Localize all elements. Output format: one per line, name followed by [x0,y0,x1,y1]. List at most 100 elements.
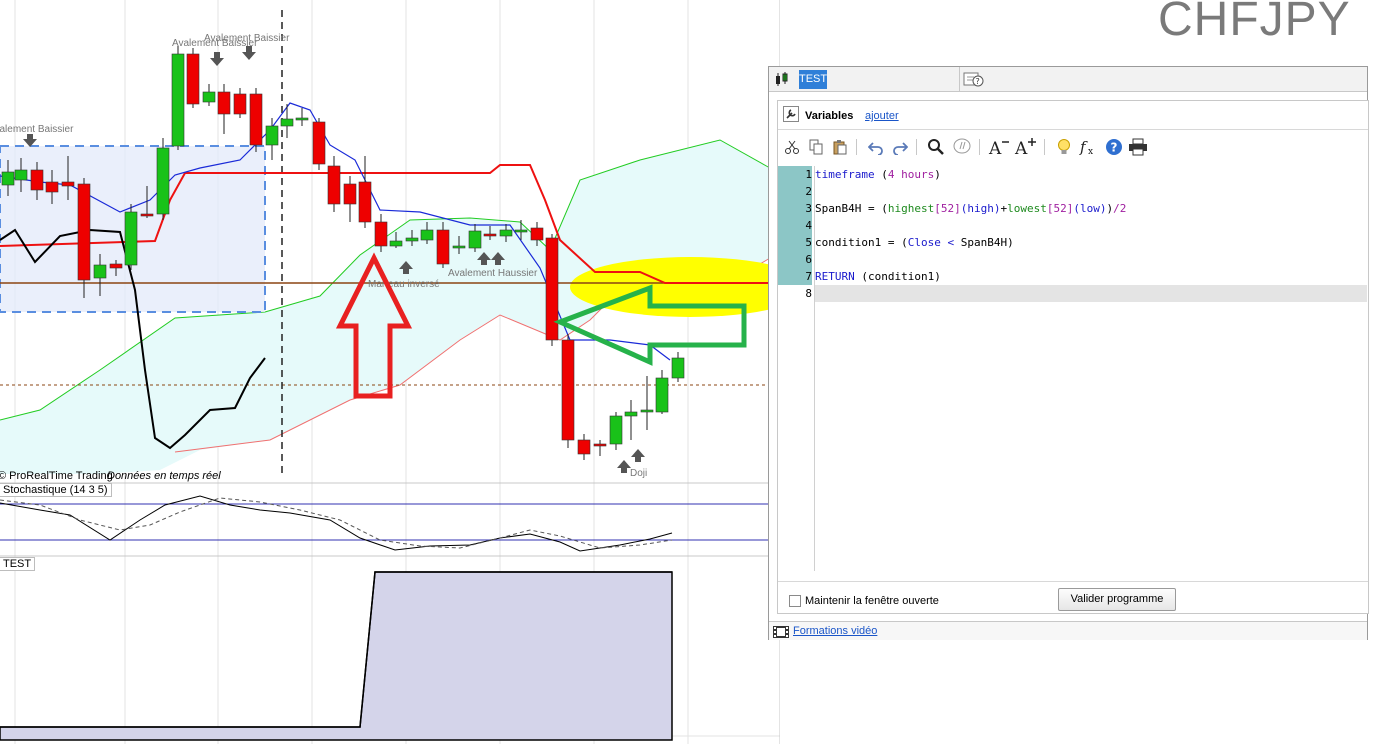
line-number: 7 [778,268,812,285]
toolbar-separator [916,139,917,155]
bull-candle [624,411,638,417]
bear-candle [436,229,450,265]
undo-icon[interactable] [866,137,886,157]
stochastic-panel-label: Stochastique (14 3 5) [0,483,112,497]
editor-toolbar: A A fx ? [778,133,1368,161]
test-panel-label: TEST [0,557,36,571]
bull-candle [468,230,482,249]
code-token: 4 hours [887,168,935,181]
video-training-link[interactable]: Formations vidéo [793,625,877,637]
bull-candle [280,118,294,127]
bear-candle [483,233,497,237]
code-token: (low) [1073,202,1107,215]
bull-candle [156,147,170,215]
bear-candle [186,53,200,105]
bear-candle [545,237,559,341]
bear-candle [45,181,59,193]
copy-icon[interactable] [806,137,826,157]
bull-candle [124,211,138,266]
toolbar-separator [1044,139,1045,155]
bull-candle [14,169,28,181]
bull-candle [265,125,279,146]
test-label-text: TEST [3,558,32,570]
comment-icon[interactable] [952,137,972,157]
paste-icon[interactable] [830,137,850,157]
code-line[interactable] [815,183,1367,200]
code-token: condition1 = ( [815,236,908,249]
code-token: [52] [934,202,961,215]
bull-candle [405,237,419,242]
code-line[interactable] [815,217,1367,234]
add-variable-link[interactable]: ajouter [865,110,899,122]
code-line[interactable] [815,251,1367,268]
bull-candle [609,415,623,445]
candles-icon[interactable] [773,71,791,92]
lightbulb-icon[interactable] [1054,137,1074,157]
svg-text:?: ? [1111,141,1118,155]
font-increase-icon[interactable]: A [1014,137,1038,157]
print-icon[interactable] [1128,137,1148,157]
bear-candle [343,183,357,205]
bear-candle [374,221,388,247]
validate-program-button[interactable]: Valider programme [1058,588,1176,611]
realtime-text: Données en temps réel [107,470,221,482]
code-token: [52] [1046,202,1074,215]
pattern-label: Marteau inversé [368,279,440,290]
stochastic-label-text: Stochastique (14 3 5) [3,484,108,496]
svg-text:f: f [1079,138,1088,156]
film-icon [773,625,789,643]
font-decrease-icon[interactable]: A [988,137,1012,157]
code-line[interactable]: condition1 = (Close < SpanB4H) [815,234,1367,251]
pattern-label: Doji [630,468,647,479]
redo-icon[interactable] [890,137,910,157]
code-token: RETURN [815,270,855,283]
bear-candle [577,439,591,455]
keep-open-checkbox[interactable] [789,595,801,607]
code-editor[interactable]: 1234567 8 timeframe (4 hours) SpanB4H = (h… [778,166,1368,571]
help-panel-icon[interactable]: ? [963,70,985,93]
bull-candle [420,229,434,241]
wrench-icon[interactable] [783,106,799,127]
code-token: highest [887,202,935,215]
bear-candle [312,121,326,165]
function-icon[interactable]: fx [1078,137,1098,157]
code-token: < [940,236,961,249]
bull-candle [202,91,216,103]
up-arrow-icon [617,460,631,473]
line-number: 3 [778,200,812,217]
keep-open-label: Maintenir la fenêtre ouverte [805,595,939,607]
bull-candle [452,245,466,249]
bear-candle [249,93,263,146]
svg-text:?: ? [976,77,980,86]
bear-candle [561,339,575,441]
code-token: timeframe [815,168,875,181]
down-arrow-icon [210,52,224,66]
search-icon[interactable] [926,137,946,157]
editor-body: Variables ajouter A A f x ? 1 2 3 4 5 6 … [777,100,1369,614]
bear-candle [77,183,91,281]
bull-candle [640,409,654,413]
bull-candle [295,117,309,121]
symbol-title: CHFJPY [1158,0,1351,46]
bear-candle [109,263,123,269]
toolbar-separator [856,139,857,155]
code-token: /2 [1113,202,1127,215]
price-chart[interactable]: Avalement Baissier Avalement Baissier Av… [0,0,780,744]
pattern-label: Avalement Haussier [448,268,538,279]
svg-text:A: A [1014,139,1028,157]
code-line[interactable]: timeframe (4 hours) [815,166,1367,183]
bull-candle [655,377,669,413]
editor-tabbar: TEST ? [769,67,1367,92]
cut-icon[interactable] [782,137,802,157]
bull-candle [389,240,403,247]
code-line[interactable]: SpanB4H = (highest[52](high)+lowest[52](… [815,200,1367,217]
tab-test[interactable]: TEST [799,70,827,89]
code-line[interactable]: RETURN (condition1) [815,268,1367,285]
code-token: lowest [1007,202,1047,215]
toolbar-separator [979,139,980,155]
help-icon[interactable]: ? [1104,137,1124,157]
variables-title: Variables [805,110,854,122]
code-line[interactable] [815,285,1367,302]
code-token: (high) [960,202,1001,215]
up-arrow-icon [631,449,645,462]
